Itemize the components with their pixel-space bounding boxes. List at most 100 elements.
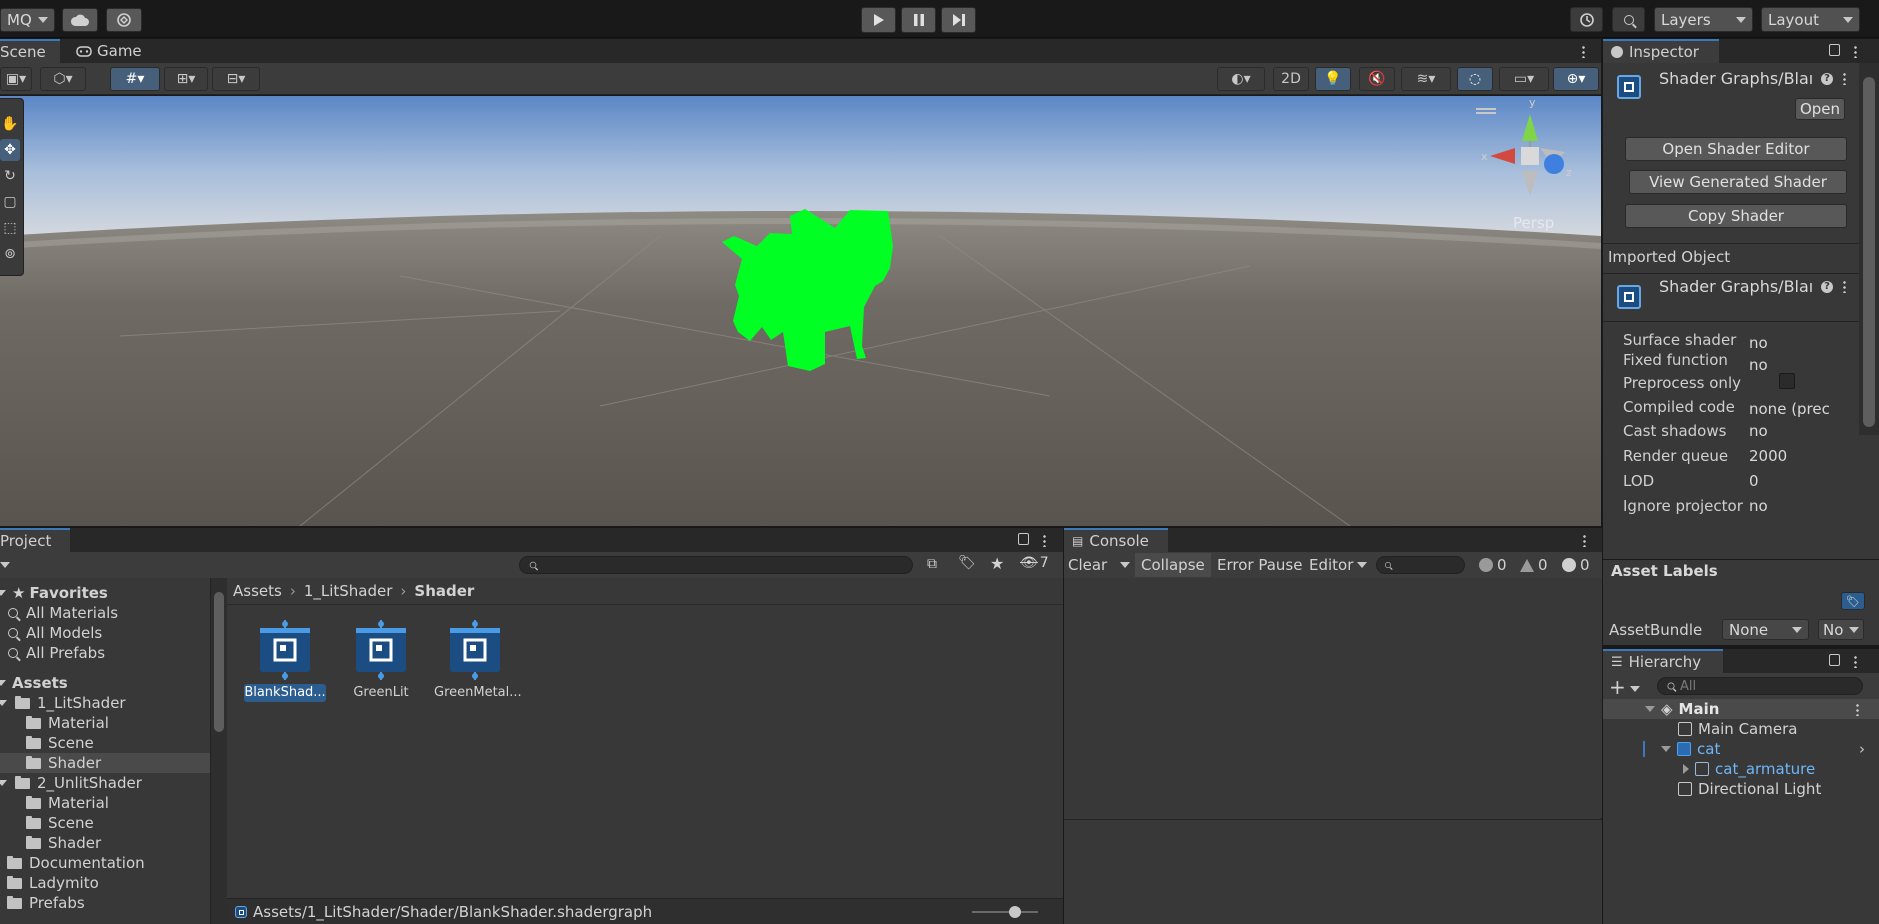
help-icon[interactable]: ? [1821, 73, 1833, 85]
layout-dropdown[interactable]: Layout [1761, 7, 1860, 32]
lock-icon[interactable] [1829, 654, 1840, 666]
info-count-toggle[interactable]: 0 [1479, 556, 1507, 574]
chevron-down-icon[interactable] [1645, 706, 1655, 712]
rotate-tool-icon[interactable]: ↻ [0, 165, 20, 187]
chevron-down-icon[interactable] [1661, 746, 1671, 752]
chevron-down-icon[interactable] [0, 680, 6, 686]
hierarchy-search-input[interactable]: All [1657, 677, 1863, 695]
step-button[interactable] [941, 7, 976, 33]
copy-shader-button[interactable]: Copy Shader [1625, 204, 1847, 228]
console-detail-area[interactable] [1064, 820, 1602, 924]
ruler-toggle[interactable]: ⊟▾ [212, 67, 260, 91]
project-search-input[interactable] [519, 556, 913, 574]
search-by-type-icon[interactable]: ⧉ [927, 556, 937, 572]
lighting-toggle[interactable]: 💡 [1315, 67, 1351, 91]
audio-toggle[interactable]: 🔇 [1359, 67, 1395, 91]
warning-count-toggle[interactable]: 0 [1520, 556, 1548, 574]
list-item[interactable]: Shader [0, 833, 101, 853]
open-shader-editor-button[interactable]: Open Shader Editor [1625, 137, 1847, 161]
component-menu-kebab-icon[interactable] [1843, 280, 1846, 293]
create-dropdown-icon[interactable] [0, 562, 10, 568]
effects-dropdown[interactable]: ≋▾ [1401, 67, 1451, 91]
favorite-star-icon[interactable]: ★ [990, 554, 1004, 573]
favorites-header[interactable]: ★ Favorites [0, 583, 108, 603]
view-generated-shader-button[interactable]: View Generated Shader [1629, 170, 1847, 194]
play-button[interactable] [861, 7, 896, 33]
cloud-button[interactable] [62, 8, 98, 32]
chevron-right-icon[interactable] [1683, 764, 1689, 774]
scene-viewport[interactable]: y x z Persp ✋ ✥ ↻ ▢ ⬚ ⊚ [0, 96, 1601, 526]
zoom-slider[interactable] [972, 906, 1038, 918]
lock-icon[interactable] [1018, 533, 1029, 545]
inspector-menu-kebab-icon[interactable] [1854, 45, 1857, 58]
clear-options-dropdown-icon[interactable] [1120, 562, 1130, 568]
move-tool-icon[interactable]: ✥ [0, 139, 20, 161]
tab-scene[interactable]: Scene [0, 39, 60, 63]
transform-tool-icon[interactable]: ⊚ [0, 243, 20, 265]
breadcrumb-item[interactable]: Shader [414, 582, 474, 600]
scroll-thumb[interactable] [1863, 77, 1875, 427]
filter-label-icon[interactable]: 🏷 [958, 555, 976, 571]
scale-tool-icon[interactable]: ▢ [0, 191, 20, 213]
list-item[interactable]: All Prefabs [0, 643, 105, 663]
asset-bundle-dropdown[interactable]: None [1722, 619, 1809, 640]
layers-dropdown[interactable]: Layers [1654, 7, 1753, 32]
tab-project[interactable]: Project [0, 528, 70, 552]
increment-snap-toggle[interactable]: ⊞▾ [164, 67, 208, 91]
hand-tool-icon[interactable]: ✋ [0, 113, 20, 135]
tree-scrollbar[interactable] [211, 578, 227, 924]
component-menu-kebab-icon[interactable] [1843, 72, 1846, 85]
persp-label[interactable]: Persp [1513, 214, 1554, 232]
breadcrumb-item[interactable]: 1_LitShader [304, 582, 393, 600]
tab-game[interactable]: Game [68, 39, 150, 63]
history-button[interactable] [1570, 7, 1603, 32]
list-item[interactable]: All Models [0, 623, 102, 643]
grid-snap-toggle[interactable]: #▾ [110, 67, 160, 91]
add-object-button[interactable]: + [1609, 675, 1640, 699]
scene-menu-kebab-icon[interactable] [1582, 45, 1585, 58]
clear-button[interactable]: Clear [1068, 556, 1107, 574]
error-pause-toggle[interactable]: Error Pause [1217, 556, 1302, 574]
hidden-packages-icon[interactable]: 👁 7 [1020, 555, 1049, 571]
assets-header[interactable]: Assets [0, 673, 68, 693]
tab-hierarchy[interactable]: ☰ Hierarchy [1603, 649, 1723, 673]
tab-console[interactable]: ▤ Console [1064, 528, 1168, 552]
hierarchy-menu-kebab-icon[interactable] [1854, 655, 1857, 668]
editor-dropdown[interactable]: Editor [1309, 556, 1368, 574]
list-item[interactable]: 2_UnlitShader [0, 773, 142, 793]
error-count-toggle[interactable]: 0 [1562, 556, 1590, 574]
shading-dropdown[interactable]: ◐▾ [1217, 67, 1265, 91]
open-button[interactable]: Open [1795, 98, 1845, 120]
list-item[interactable]: Main Camera [1603, 719, 1797, 739]
scene-menu-kebab-icon[interactable] [1856, 703, 1859, 716]
inspector-scroll[interactable]: Shader Graphs/Blaı ? Open Open Shader Ed… [1603, 63, 1879, 645]
gizmos-dropdown[interactable]: ⊕▾ [1553, 67, 1599, 91]
console-search-input[interactable] [1376, 556, 1465, 574]
list-item[interactable]: Material [0, 713, 109, 733]
list-item[interactable]: Documentation [0, 853, 145, 873]
search-button[interactable] [1612, 7, 1645, 32]
chevron-down-icon[interactable] [0, 590, 6, 596]
preprocess-checkbox[interactable] [1779, 373, 1795, 389]
list-item[interactable]: Scene [0, 813, 94, 833]
list-item[interactable]: Prefabs [0, 893, 85, 913]
list-item[interactable]: Material [0, 793, 109, 813]
account-dropdown[interactable]: MQ [0, 8, 55, 32]
scroll-thumb[interactable] [214, 592, 224, 732]
inspector-scrollbar[interactable] [1859, 63, 1879, 435]
tag-icon[interactable]: 🏷 [1841, 592, 1865, 610]
tab-inspector[interactable]: Inspector [1603, 39, 1719, 63]
breadcrumb-item[interactable]: Assets [233, 582, 282, 600]
asset-item[interactable]: BlankShad... [244, 620, 326, 706]
console-log-list[interactable] [1064, 578, 1602, 818]
asset-item[interactable]: GreenLit [340, 620, 422, 706]
collab-button[interactable] [106, 8, 142, 32]
list-item[interactable]: ◈ Main [1603, 699, 1879, 719]
lock-icon[interactable] [1829, 44, 1840, 56]
project-menu-kebab-icon[interactable] [1043, 534, 1046, 547]
list-item[interactable]: 1_LitShader [0, 693, 126, 713]
draw-mode-dropdown[interactable]: ▣▾ [0, 67, 32, 91]
chevron-down-icon[interactable] [0, 700, 7, 706]
chevron-right-icon[interactable]: › [1859, 740, 1865, 758]
project-folder-tree[interactable]: ★ Favorites All Materials All Models All… [0, 578, 211, 924]
